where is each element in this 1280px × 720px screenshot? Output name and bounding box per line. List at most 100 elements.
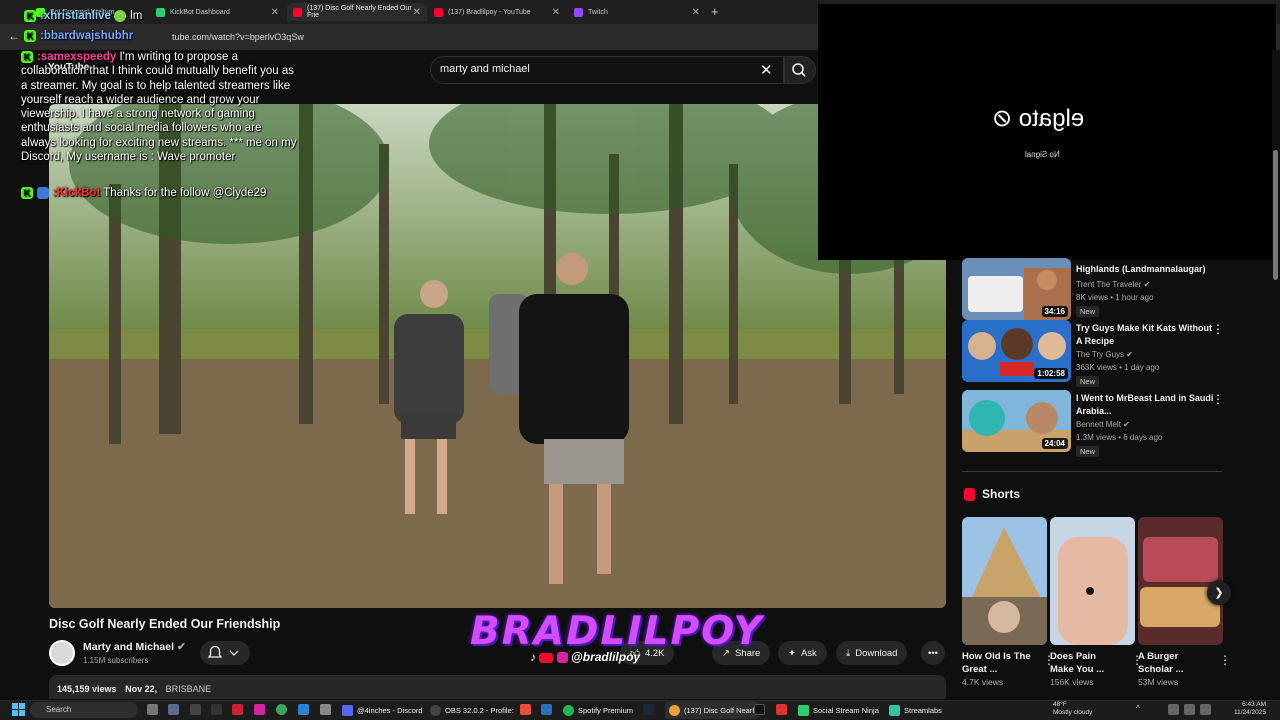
task-view-icon[interactable]	[147, 704, 158, 715]
discord-icon	[342, 704, 353, 716]
volume-icon[interactable]	[1184, 704, 1195, 715]
tab-bradlilpoy-youtube[interactable]: (137) Bradlilpoy - YouTube ✕	[428, 3, 566, 21]
short-thumbnail[interactable]	[1050, 517, 1135, 645]
chat-username: :xhristianlive	[40, 10, 111, 22]
battery-icon[interactable]	[1200, 704, 1211, 715]
recommendation-item[interactable]: 1:02:58 Try Guys Make Kit Kats Without A…	[962, 320, 1224, 387]
app-icon[interactable]	[520, 704, 531, 715]
short-thumbnail[interactable]	[1138, 517, 1223, 645]
app-icon[interactable]	[254, 704, 265, 715]
recommendation-views: 1.3M views • 6 days ago	[1076, 433, 1163, 442]
shorts-icon	[964, 488, 975, 501]
location-tag[interactable]: BRISBANE	[166, 684, 212, 694]
tab-close-icon[interactable]: ✕	[692, 7, 700, 18]
app-icon[interactable]	[232, 704, 243, 715]
windows-start-icon[interactable]	[12, 703, 26, 717]
chrome-icon	[669, 704, 680, 716]
ask-label: Ask	[800, 647, 817, 659]
tab-label: (137) Bradlilpoy - YouTube	[448, 8, 531, 16]
taskbar-app-social-stream[interactable]: Social Stream Ninja	[798, 701, 879, 719]
app-icon[interactable]	[211, 704, 222, 715]
social-handle-overlay: ♪ @bradlilpoy	[530, 650, 640, 664]
recommendation-channel-text: The Try Guys	[1076, 350, 1125, 359]
new-badge: New	[1076, 376, 1100, 387]
tab-label: Twitch	[588, 8, 608, 16]
close-icon[interactable]: ✕	[760, 61, 773, 79]
tab-kickbot-dashboard[interactable]: KickBot Dashboard ✕	[150, 3, 285, 21]
steam-icon[interactable]	[643, 704, 654, 715]
kick-badge-icon: K	[24, 9, 36, 22]
short-title: Does Pain Make You ...	[1050, 651, 1105, 675]
emote-icon	[114, 9, 127, 22]
app-icon[interactable]	[776, 704, 787, 715]
download-button[interactable]: ⤓ Download	[836, 641, 908, 665]
url-field[interactable]: tube.com/watch?v=bperlvO3qSw	[172, 32, 304, 42]
taskbar-search-label: Search	[46, 705, 72, 714]
recommendation-item[interactable]: 24:04 I Went to MrBeast Land in Saudi Ar…	[962, 390, 1224, 457]
recommendation-channel: Bennett Melt ✔	[1076, 420, 1130, 429]
taskbar-app-spotify[interactable]: Spotify Premium	[563, 701, 633, 719]
tab-twitch[interactable]: Twitch ✕	[568, 3, 706, 21]
more-vertical-icon[interactable]: ⋮	[1212, 322, 1224, 336]
more-vertical-icon[interactable]: ⋮	[1219, 653, 1231, 667]
short-title: A Burger Scholar ...	[1138, 651, 1184, 675]
tab-close-icon[interactable]: ✕	[552, 7, 560, 18]
channel-name[interactable]: Marty and Michael ✔	[83, 641, 186, 653]
app-icon[interactable]	[298, 704, 309, 715]
video-thumbnail[interactable]: 34:16	[962, 258, 1071, 320]
subscriber-count: 1.15M subscribers	[83, 656, 149, 665]
clock-time: 6:43 AM	[1242, 701, 1266, 708]
app-icon[interactable]	[541, 704, 552, 715]
more-actions-button[interactable]: •••	[921, 641, 945, 665]
taskbar-app-chrome[interactable]: (137) Disc Golf Nearl	[665, 701, 759, 719]
tab-close-icon[interactable]: ✕	[271, 7, 279, 18]
chat-username: :samexspeedy	[37, 51, 117, 63]
new-tab-button[interactable]: +	[711, 4, 719, 19]
app-icon[interactable]	[190, 704, 201, 715]
video-thumbnail[interactable]: 1:02:58	[962, 320, 1071, 382]
tab-close-icon[interactable]: ✕	[413, 7, 421, 18]
recommendation-item[interactable]: 34:16 Highlands (Landmannalaugar) Trent …	[962, 258, 1224, 322]
kick-badge-icon: K	[21, 50, 33, 63]
twitch-favicon-icon	[574, 7, 583, 17]
notification-bell-button[interactable]	[200, 641, 250, 665]
app-icon[interactable]	[320, 704, 331, 715]
chevron-right-icon[interactable]: ❯	[1207, 581, 1231, 605]
app-icon[interactable]	[168, 704, 179, 715]
short-thumbnail[interactable]	[962, 517, 1047, 645]
video-thumbnail[interactable]: 24:04	[962, 390, 1071, 452]
new-badge: New	[1076, 446, 1100, 457]
ask-button[interactable]: ✦ Ask	[778, 641, 827, 665]
channel-avatar[interactable]	[49, 640, 75, 666]
recommendation-title: Try Guys Make Kit Kats Without A Recipe	[1076, 323, 1212, 346]
short-title: How Old Is The Great ...	[962, 651, 1031, 675]
taskbar-app-obs[interactable]: OBS 32.0.2 - Profile:	[430, 701, 514, 719]
video-player[interactable]	[49, 104, 946, 608]
short-item[interactable]: Does Pain Make You ... 156K views ⋮	[1050, 517, 1143, 687]
taskbar-app-discord[interactable]: @4inches - Discord	[342, 701, 423, 719]
download-icon: ⤓	[846, 647, 851, 659]
system-clock[interactable]: 6:43 AM 11/24/2025	[1228, 701, 1266, 717]
scrollbar-thumb[interactable]	[1273, 150, 1278, 280]
weather-widget[interactable]: 48°F Mostly cloudy	[1053, 701, 1092, 717]
tab-label: KickBot Dashboard	[170, 8, 230, 16]
chat-message: K :bbardwajshubhr	[24, 29, 133, 43]
network-icon[interactable]	[1168, 704, 1179, 715]
recommendation-channel: The Try Guys ✔	[1076, 350, 1133, 359]
more-vertical-icon[interactable]: ⋮	[1212, 392, 1224, 406]
scrollbar[interactable]	[1272, 50, 1280, 700]
back-arrow-icon[interactable]: ←	[8, 29, 20, 43]
chat-username: :bbardwajshubhr	[40, 30, 134, 42]
taskbar-app-label: @4inches - Discord	[357, 705, 423, 715]
tab-disc-golf-video[interactable]: (137) Disc Golf Nearly Ended Our Frie ✕	[287, 3, 427, 21]
video-frame	[49, 104, 946, 608]
chevron-up-icon[interactable]: ^	[1136, 704, 1147, 715]
taskbar-search[interactable]: Search	[30, 702, 138, 718]
search-button[interactable]	[784, 56, 816, 84]
tiktok-icon[interactable]	[754, 704, 765, 715]
short-item[interactable]: How Old Is The Great ... 4.7K views ⋮	[962, 517, 1055, 687]
chrome-icon[interactable]	[276, 704, 287, 715]
taskbar-app-streamlabs[interactable]: Streamlabs	[889, 701, 942, 719]
kick-badge-icon: K	[24, 29, 36, 42]
weather-temp: 48°F	[1053, 701, 1067, 708]
